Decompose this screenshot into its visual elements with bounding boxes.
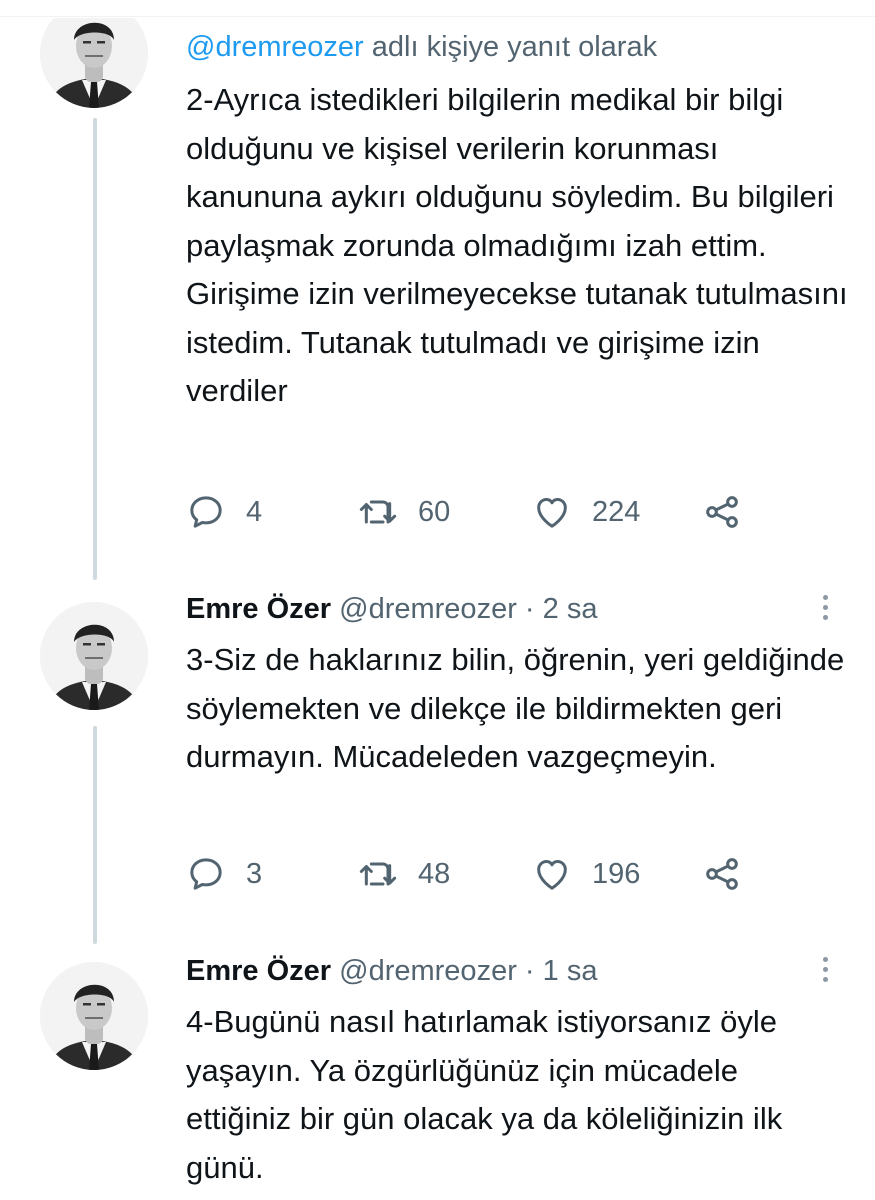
share-icon bbox=[706, 496, 738, 528]
reply-context: @dremreozer adlı kişiye yanıt olarak bbox=[186, 28, 851, 66]
author-name[interactable]: Emre Özer bbox=[186, 593, 331, 625]
reply-count: 4 bbox=[246, 495, 263, 528]
author-avatar[interactable] bbox=[40, 602, 148, 710]
reply-count: 3 bbox=[246, 857, 263, 890]
reply-button[interactable]: 4 bbox=[186, 490, 262, 534]
reply-mention-link[interactable]: @dremreozer bbox=[186, 31, 364, 63]
like-button[interactable]: 196 bbox=[532, 852, 640, 896]
retweet-icon bbox=[359, 500, 397, 524]
more-options-icon[interactable] bbox=[815, 592, 835, 628]
author-avatar[interactable] bbox=[40, 18, 148, 108]
tweet-text: 3-Siz de haklarınız bilin, öğrenin, yeri… bbox=[186, 642, 845, 774]
separator-dot: · bbox=[524, 593, 535, 625]
share-button[interactable] bbox=[702, 490, 742, 534]
author-name[interactable]: Emre Özer bbox=[186, 955, 331, 987]
separator-dot: · bbox=[524, 955, 535, 987]
reply-icon bbox=[190, 858, 222, 890]
like-button[interactable]: 224 bbox=[532, 490, 640, 534]
reply-icon bbox=[190, 496, 222, 528]
retweet-button[interactable]: 60 bbox=[358, 490, 450, 534]
author-handle[interactable]: @dremreozer bbox=[339, 593, 517, 625]
tweet-text: 2-Ayrıca istedikleri bilgilerin medikal … bbox=[186, 82, 848, 408]
share-button[interactable] bbox=[702, 852, 742, 896]
tweet-text: 4-Bugünü nasıl hatırlamak istiyorsanız ö… bbox=[186, 1004, 783, 1185]
more-options-icon[interactable] bbox=[815, 954, 835, 990]
thread-line bbox=[93, 118, 97, 580]
timestamp[interactable]: 2 sa bbox=[543, 593, 598, 625]
heart-icon bbox=[537, 498, 567, 528]
author-handle[interactable]: @dremreozer bbox=[339, 955, 517, 987]
share-icon bbox=[706, 858, 738, 890]
like-count: 224 bbox=[592, 495, 641, 528]
heart-icon bbox=[537, 860, 567, 890]
like-count: 196 bbox=[592, 857, 641, 890]
author-avatar[interactable] bbox=[40, 962, 148, 1070]
retweet-count: 60 bbox=[418, 495, 451, 528]
reply-button[interactable]: 3 bbox=[186, 852, 262, 896]
retweet-button[interactable]: 48 bbox=[358, 852, 450, 896]
tweet-header: Emre Özer @dremreozer · 2 sa bbox=[186, 590, 851, 628]
reply-context-label: adlı kişiye yanıt olarak bbox=[363, 31, 658, 63]
tweet-header: Emre Özer @dremreozer · 1 sa bbox=[186, 952, 851, 990]
timestamp[interactable]: 1 sa bbox=[543, 955, 598, 987]
thread-line bbox=[93, 726, 97, 944]
retweet-icon bbox=[359, 862, 397, 886]
retweet-count: 48 bbox=[418, 857, 451, 890]
